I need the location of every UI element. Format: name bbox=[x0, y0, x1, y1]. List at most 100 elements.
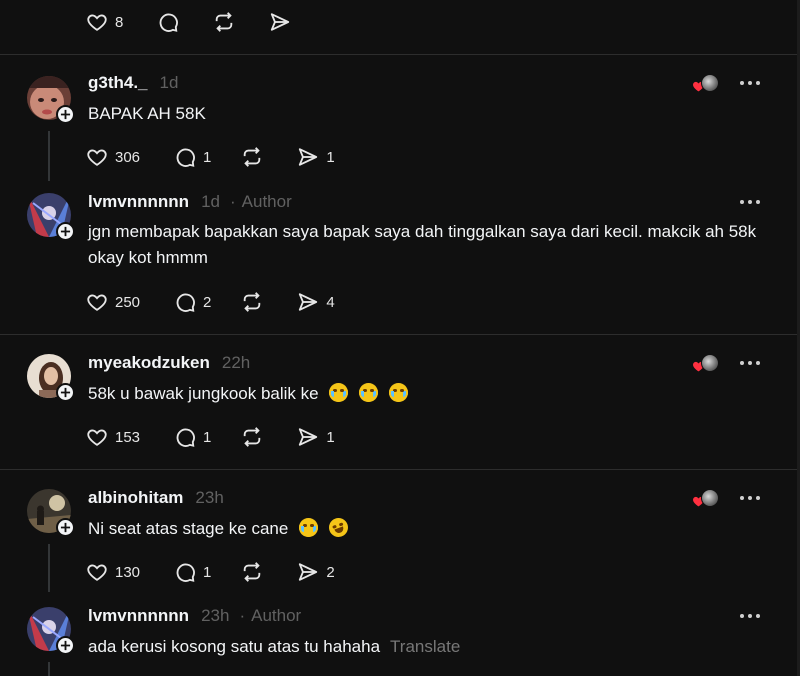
comment-header: g3th4._ 1d bbox=[88, 73, 178, 93]
more-options-button[interactable] bbox=[740, 78, 766, 88]
repost-icon bbox=[244, 147, 261, 167]
username[interactable]: g3th4._ bbox=[88, 73, 148, 93]
reply-button[interactable]: 2 bbox=[174, 289, 211, 315]
avatar-wrap bbox=[27, 76, 75, 124]
share-button[interactable]: 4 bbox=[297, 289, 335, 315]
repost-button[interactable] bbox=[241, 289, 263, 315]
reply-button[interactable]: 1 bbox=[174, 424, 211, 450]
thread-line bbox=[48, 662, 50, 676]
like-button[interactable]: 153 bbox=[86, 424, 140, 450]
reply-count: 1 bbox=[203, 148, 212, 166]
separator-dot: · bbox=[229, 192, 236, 211]
comment-text: Ni seat atas stage ke cane bbox=[88, 519, 289, 538]
like-button[interactable]: 8 bbox=[86, 9, 123, 35]
more-options-button[interactable] bbox=[740, 358, 766, 368]
follow-plus-icon[interactable] bbox=[56, 105, 75, 124]
loudly-crying-face-icon bbox=[359, 383, 379, 402]
more-options-button[interactable] bbox=[740, 493, 766, 503]
heart-icon bbox=[87, 564, 107, 581]
comment-text: ada kerusi kosong satu atas tu hahaha bbox=[88, 637, 381, 656]
share-button[interactable] bbox=[269, 9, 291, 35]
follow-plus-icon[interactable] bbox=[56, 518, 75, 537]
reply-button[interactable]: 1 bbox=[174, 144, 211, 170]
share-count: 4 bbox=[326, 293, 335, 311]
repost-icon bbox=[216, 12, 233, 32]
comment-body: 58k u bawak jungkook balik ke bbox=[88, 381, 768, 407]
timestamp[interactable]: 1d bbox=[201, 192, 220, 212]
reply-button[interactable] bbox=[157, 9, 179, 35]
follow-plus-icon[interactable] bbox=[56, 383, 75, 402]
share-count: 2 bbox=[326, 563, 335, 581]
divider bbox=[0, 334, 797, 335]
like-button[interactable]: 250 bbox=[86, 289, 140, 315]
divider bbox=[0, 469, 797, 470]
liked-by-author-badge bbox=[692, 354, 722, 376]
translate-link[interactable]: Translate bbox=[390, 637, 460, 656]
reply-button[interactable]: 1 bbox=[174, 559, 211, 585]
comment-body: Ni seat atas stage ke cane bbox=[88, 515, 768, 542]
follow-plus-icon[interactable] bbox=[56, 636, 75, 655]
avatar-wrap bbox=[27, 607, 75, 655]
comment-actions: 306 1 1 bbox=[86, 144, 369, 170]
comment-bubble-icon bbox=[159, 13, 179, 32]
share-button[interactable]: 1 bbox=[297, 424, 335, 450]
repost-button[interactable] bbox=[241, 144, 263, 170]
comment-bubble-icon bbox=[176, 428, 195, 447]
share-button[interactable]: 1 bbox=[297, 144, 335, 170]
thread-line bbox=[48, 544, 50, 592]
repost-icon bbox=[244, 427, 261, 447]
avatar-wrap bbox=[27, 354, 75, 402]
author-label: Author bbox=[251, 606, 302, 625]
comment-header: myeakodzuken 22h bbox=[88, 353, 250, 373]
author-label: Author bbox=[241, 192, 292, 211]
author-avatar-mini bbox=[701, 354, 719, 372]
heart-icon bbox=[87, 149, 107, 166]
like-button[interactable]: 130 bbox=[86, 559, 140, 585]
reply-count: 1 bbox=[203, 563, 212, 581]
like-button[interactable]: 306 bbox=[86, 144, 140, 170]
comment-bubble-icon bbox=[176, 563, 195, 582]
timestamp[interactable]: 23h bbox=[201, 606, 229, 626]
repost-button[interactable] bbox=[213, 9, 235, 35]
repost-button[interactable] bbox=[241, 559, 263, 585]
follow-plus-icon[interactable] bbox=[56, 222, 75, 241]
like-count: 250 bbox=[115, 293, 141, 311]
comment-actions: 250 2 4 bbox=[86, 289, 369, 315]
share-count: 1 bbox=[326, 148, 335, 166]
avatar-wrap bbox=[27, 193, 75, 241]
repost-button[interactable] bbox=[241, 424, 263, 450]
heart-icon bbox=[87, 14, 107, 31]
share-count: 1 bbox=[326, 428, 335, 446]
avatar-wrap bbox=[27, 489, 75, 537]
comment-text: jgn membapak bapakkan saya bapak saya da… bbox=[88, 222, 757, 267]
thread-line bbox=[48, 131, 50, 181]
like-count: 306 bbox=[115, 148, 141, 166]
comment-text: 58k u bawak jungkook balik ke bbox=[88, 384, 319, 403]
send-icon bbox=[299, 428, 318, 446]
more-options-button[interactable] bbox=[740, 197, 766, 207]
like-count: 130 bbox=[115, 563, 141, 581]
reply-count: 1 bbox=[203, 428, 212, 446]
send-icon bbox=[299, 148, 318, 166]
loudly-crying-face-icon bbox=[329, 383, 349, 402]
author-avatar-mini bbox=[701, 489, 719, 507]
like-count: 153 bbox=[115, 428, 141, 446]
username[interactable]: albinohitam bbox=[88, 488, 183, 508]
comment-actions: 153 1 1 bbox=[86, 424, 369, 450]
more-options-button[interactable] bbox=[740, 611, 766, 621]
author-avatar-mini bbox=[701, 74, 719, 92]
comment-bubble-icon bbox=[176, 293, 195, 312]
username[interactable]: myeakodzuken bbox=[88, 353, 210, 373]
timestamp[interactable]: 22h bbox=[222, 353, 250, 373]
separator-dot: · bbox=[239, 606, 246, 625]
loudly-crying-face-icon bbox=[299, 518, 319, 537]
username[interactable]: lvmvnnnnnn bbox=[88, 606, 189, 626]
send-icon bbox=[299, 293, 318, 311]
like-count: 8 bbox=[115, 13, 124, 31]
comment-actions: 130 1 2 bbox=[86, 559, 369, 585]
username[interactable]: lvmvnnnnnn bbox=[88, 192, 189, 212]
comment-text: BAPAK AH 58K bbox=[88, 104, 206, 123]
timestamp[interactable]: 1d bbox=[160, 73, 179, 93]
share-button[interactable]: 2 bbox=[297, 559, 335, 585]
timestamp[interactable]: 23h bbox=[195, 488, 223, 508]
